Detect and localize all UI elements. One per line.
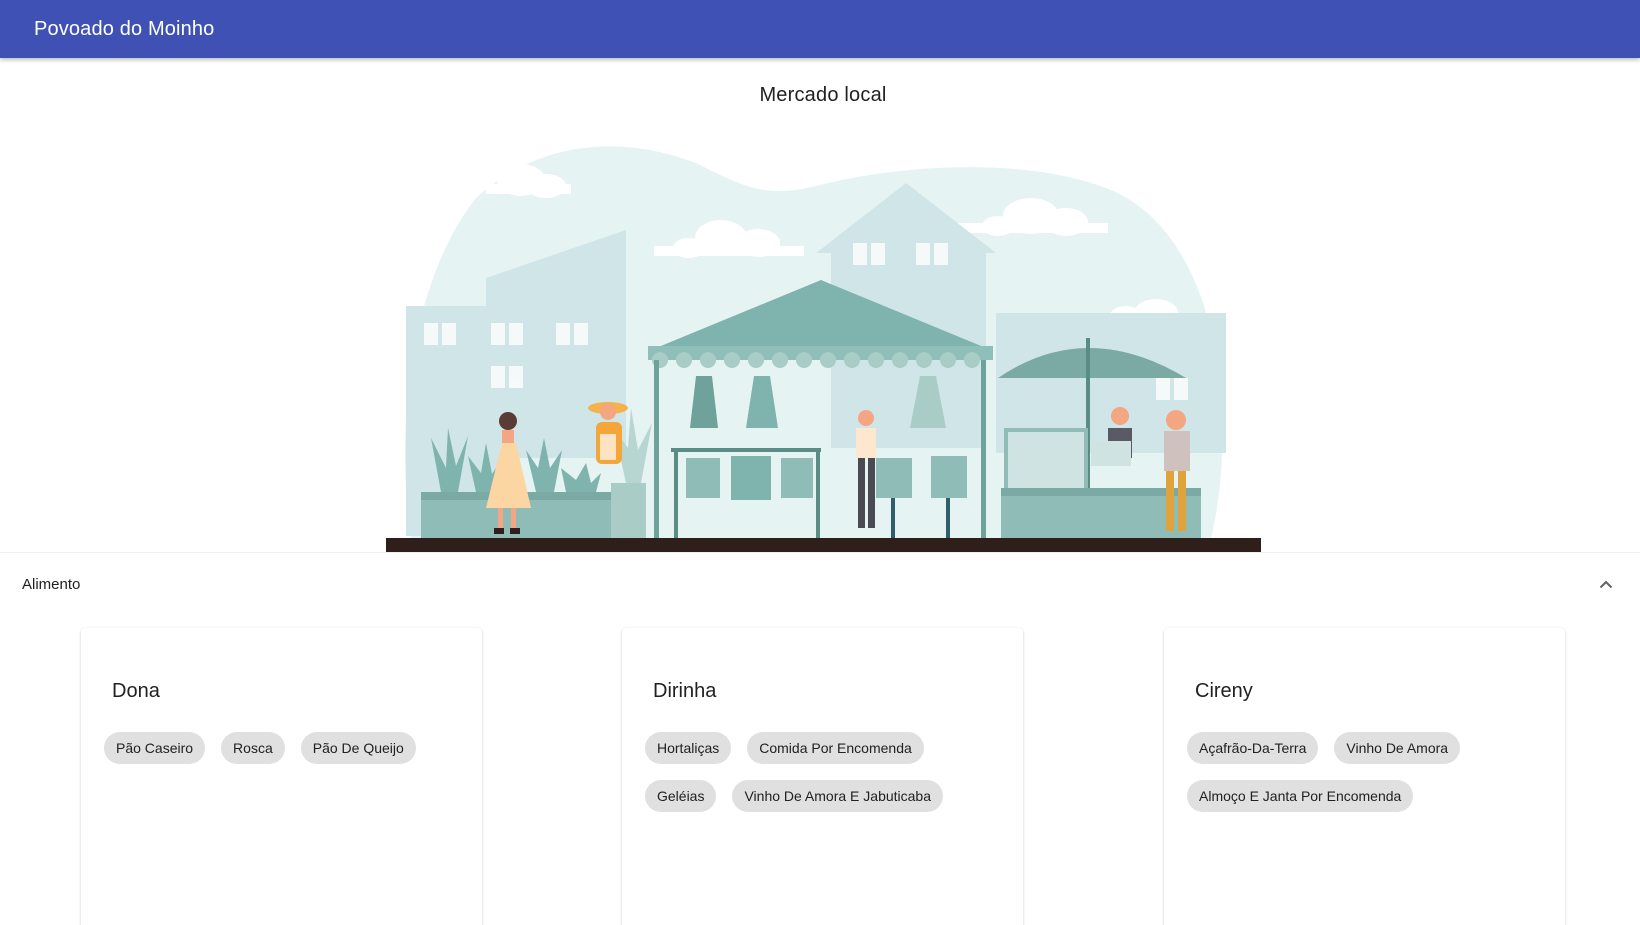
product-chip[interactable]: Comida Por Encomenda [747,732,924,764]
product-chip[interactable]: Pão Caseiro [104,732,206,764]
app-title: Povoado do Moinho [34,17,215,40]
market-illustration [386,138,1261,553]
product-chip[interactable]: Pão De Queijo [300,732,416,764]
product-chip-list: Açafrão-Da-Terra Vinho De Amora Almoço E… [1187,732,1547,812]
product-chip[interactable]: Rosca [221,732,285,764]
product-chip[interactable]: Almoço E Janta Por Encomenda [1187,780,1414,812]
vendor-card: Cireny Açafrão-Da-Terra Vinho De Amora A… [1164,628,1565,925]
product-chip[interactable]: Geléias [645,780,717,812]
app-bar: Povoado do Moinho [0,0,1640,58]
section-header-alimento[interactable]: Alimento [0,552,1640,616]
product-chip[interactable]: Açafrão-Da-Terra [1187,732,1319,764]
product-chip[interactable]: Vinho De Amora E Jabuticaba [732,780,943,812]
page-title: Mercado local [759,84,887,106]
vendor-card: Dirinha Hortaliças Comida Por Encomenda … [622,628,1023,925]
product-chip[interactable]: Hortaliças [645,732,732,764]
product-chip-list: Hortaliças Comida Por Encomenda Geléias … [645,732,1005,812]
vendor-name: Dirinha [653,680,717,702]
product-chip[interactable]: Vinho De Amora [1334,732,1461,764]
vendor-name: Dona [112,680,160,702]
vendor-card: Dona Pão Caseiro Rosca Pão De Queijo [81,628,482,925]
product-chip-list: Pão Caseiro Rosca Pão De Queijo [104,732,464,764]
chevron-up-icon[interactable] [1594,573,1618,597]
vendor-name: Cireny [1195,680,1253,702]
section-label: Alimento [22,576,81,593]
